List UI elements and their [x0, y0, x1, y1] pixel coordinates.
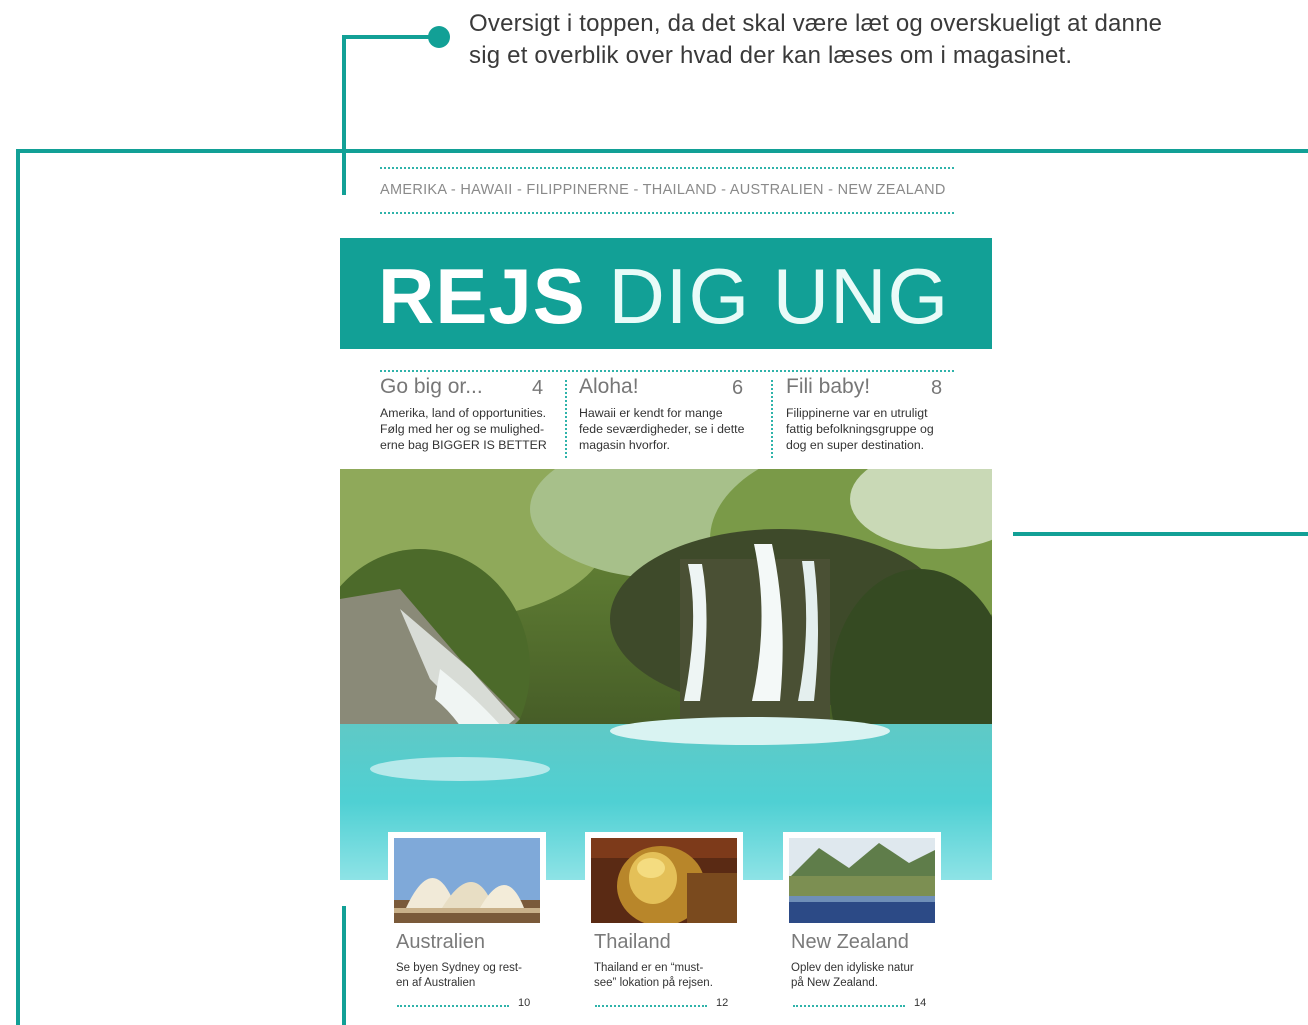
contents-text-line: fattig befolkningsgruppe og — [786, 422, 934, 436]
card-text: Se byen Sydney og rest- en af Australien — [396, 961, 556, 991]
annotation-note-line-2: sig et overblik over hvad der kan læses … — [469, 42, 1073, 69]
callout-bottom-line — [342, 906, 346, 1025]
card-text-line: Se byen Sydney og rest- — [396, 962, 522, 974]
card-text-line: på New Zealand. — [791, 977, 878, 989]
card-page-number: 12 — [716, 997, 729, 1009]
annotation-note-line-1: Oversigt i toppen, da det skal være læt … — [469, 10, 1163, 37]
card-thumbnail-australien[interactable] — [388, 832, 546, 927]
contents-text-line: fede seværdigheder, se i dette — [579, 422, 745, 436]
nav-bottom-rule — [380, 212, 954, 214]
contents-text-line: Hawaii er kendt for mange — [579, 406, 723, 420]
sydney-opera-house-image — [394, 838, 540, 923]
contents-page-number: 6 — [732, 377, 744, 399]
card-page-number: 14 — [914, 997, 927, 1009]
card-dotted-rule — [793, 1005, 905, 1007]
card-title[interactable]: New Zealand — [791, 931, 909, 954]
card-text-line: Thailand er en “must- — [594, 962, 704, 974]
hero-photo — [340, 469, 992, 880]
contents-page-number: 8 — [931, 377, 943, 399]
card-dotted-rule — [595, 1005, 707, 1007]
contents-text: Hawaii er kendt for mange fede seværdigh… — [579, 405, 759, 453]
contents-text: Amerika, land of opportunities. Følg med… — [380, 405, 560, 453]
card-thumbnail-new-zealand[interactable] — [783, 832, 941, 927]
card-text: Thailand er en “must- see” lokation på r… — [594, 961, 754, 991]
annotation-connector-vertical — [342, 35, 346, 195]
contents-separator — [771, 380, 773, 458]
title-light: DIG UNG — [608, 252, 950, 340]
card-page-number: 10 — [518, 997, 531, 1009]
new-zealand-lake-image — [789, 838, 935, 923]
contents-text-line: Filippinerne var en utruligt — [786, 406, 928, 420]
contents-separator — [565, 380, 567, 458]
contents-text-line: Følg med her og se mulighed- — [380, 422, 545, 436]
card-text: Oplev den idyliske natur på New Zealand. — [791, 961, 951, 991]
contents-text-line: dog en super destination. — [786, 438, 925, 452]
magazine-title: REJS DIG UNG — [378, 256, 949, 336]
card-thumbnail-thailand[interactable] — [585, 832, 743, 927]
nav-top-rule — [380, 167, 954, 169]
annotation-note: Oversigt i toppen, da det skal være læt … — [469, 8, 1269, 72]
card-text-line: Oplev den idyliske natur — [791, 962, 914, 974]
frame-left-line — [16, 149, 20, 1025]
waterfall-illustration — [340, 469, 992, 880]
contents-text: Filippinerne var en utruligt fattig befo… — [786, 405, 956, 453]
contents-text-line: magasin hvorfor. — [579, 438, 670, 452]
title-bold: REJS — [378, 252, 586, 340]
card-text-line: en af Australien — [396, 977, 476, 989]
contents-item-filippinerne[interactable]: Fili baby! 8 Filippinerne var en utrulig… — [786, 375, 956, 453]
destination-nav[interactable]: AMERIKA - HAWAII - FILIPPINERNE - THAILA… — [380, 182, 960, 198]
card-dotted-rule — [397, 1005, 509, 1007]
golden-buddha-image — [591, 838, 737, 923]
frame-top-line — [16, 149, 1308, 153]
contents-text-line: erne bag BIGGER IS BETTER — [380, 438, 547, 452]
contents-text-line: Amerika, land of opportunities. — [380, 406, 547, 420]
card-text-line: see” lokation på rejsen. — [594, 977, 713, 989]
annotation-connector-dot — [428, 26, 450, 48]
card-title[interactable]: Thailand — [594, 931, 671, 954]
callout-right-line — [1013, 532, 1308, 536]
magazine-banner: REJS DIG UNG — [340, 238, 992, 349]
annotation-connector-horizontal — [342, 35, 434, 39]
contents-page-number: 4 — [532, 377, 544, 399]
contents-item-hawaii[interactable]: Aloha! 6 Hawaii er kendt for mange fede … — [579, 375, 759, 453]
card-title[interactable]: Australien — [396, 931, 485, 954]
contents-top-rule — [380, 370, 954, 372]
contents-item-amerika[interactable]: Go big or... 4 Amerika, land of opportun… — [380, 375, 560, 453]
